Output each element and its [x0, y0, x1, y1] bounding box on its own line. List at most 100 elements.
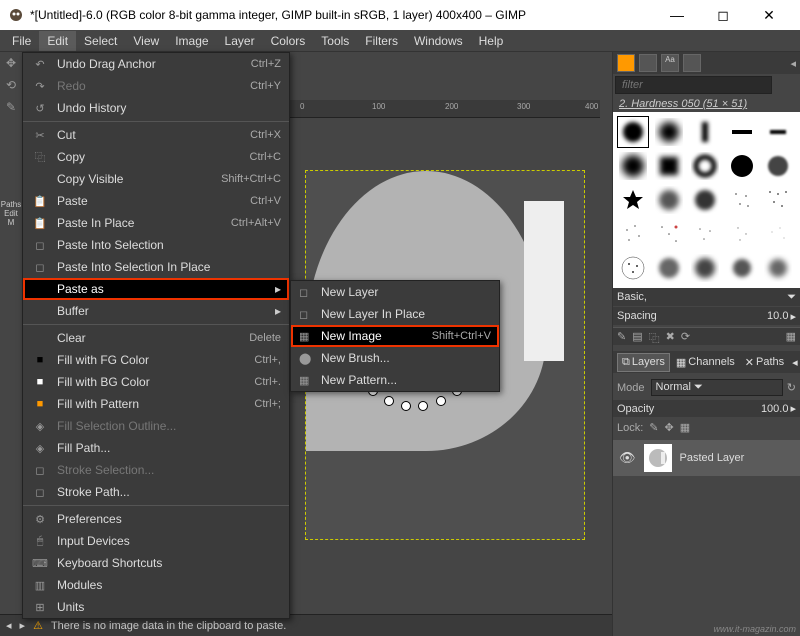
- menu-windows[interactable]: Windows: [406, 31, 471, 51]
- brush-filter-input[interactable]: [615, 76, 772, 94]
- brush-item[interactable]: [617, 218, 649, 250]
- menuitem-input-devices[interactable]: 🖱Input Devices: [23, 530, 289, 552]
- menuitem-stroke-path-[interactable]: ◻Stroke Path...: [23, 481, 289, 503]
- menu-help[interactable]: Help: [471, 31, 512, 51]
- menu-image[interactable]: Image: [167, 31, 216, 51]
- menuitem-clear[interactable]: ClearDelete: [23, 327, 289, 349]
- menuitem-paste[interactable]: 📋PasteCtrl+V: [23, 190, 289, 212]
- menuitem-fill-with-pattern[interactable]: ■Fill with PatternCtrl+;: [23, 393, 289, 415]
- duplicate-icon[interactable]: ⿻: [649, 330, 660, 343]
- brush-item[interactable]: [762, 218, 794, 250]
- menuitem-preferences[interactable]: ⚙Preferences: [23, 508, 289, 530]
- stepper-icon[interactable]: ▸: [790, 310, 796, 323]
- tab-paths[interactable]: ✕Paths: [741, 354, 788, 371]
- brush-item[interactable]: [762, 184, 794, 216]
- menuitem-fill-with-bg-color[interactable]: ■Fill with BG ColorCtrl+.: [23, 371, 289, 393]
- brush-item[interactable]: [653, 252, 685, 284]
- lock-pixels-icon[interactable]: ✎: [649, 421, 658, 434]
- brush-item[interactable]: [617, 252, 649, 284]
- delete-icon[interactable]: ✖: [666, 330, 675, 343]
- menu-filters[interactable]: Filters: [357, 31, 406, 51]
- submenuitem-new-layer[interactable]: ◻New Layer: [291, 281, 499, 303]
- brush-item[interactable]: [689, 218, 721, 250]
- brush-item[interactable]: [653, 184, 685, 216]
- panel-menu-icon[interactable]: ◂: [792, 356, 798, 369]
- submenuitem-new-image[interactable]: ▦New ImageShift+Ctrl+V: [291, 325, 499, 347]
- menuitem-undo-history[interactable]: ↺Undo History: [23, 97, 289, 119]
- submenuitem-new-brush-[interactable]: ⬤New Brush...: [291, 347, 499, 369]
- tab-fonts-icon[interactable]: Aa: [661, 54, 679, 72]
- mode-select[interactable]: Normal ⏷: [651, 379, 783, 396]
- layer-name[interactable]: Pasted Layer: [680, 452, 745, 464]
- brush-item[interactable]: [762, 252, 794, 284]
- opacity-row[interactable]: Opacity 100.0 ▸: [613, 400, 800, 417]
- brush-item[interactable]: [726, 184, 758, 216]
- brush-item[interactable]: [653, 116, 685, 148]
- submenuitem-new-layer-in-place[interactable]: ◻New Layer In Place: [291, 303, 499, 325]
- brush-item[interactable]: [653, 218, 685, 250]
- tab-channels[interactable]: ▦Channels: [672, 354, 739, 371]
- menuitem-keyboard-shortcuts[interactable]: ⌨Keyboard Shortcuts: [23, 552, 289, 574]
- lock-alpha-icon[interactable]: ▦: [680, 421, 690, 434]
- preset-selector[interactable]: Basic, ⏷: [613, 288, 800, 306]
- menuitem-paste-into-selection-in-place[interactable]: ◻Paste Into Selection In Place: [23, 256, 289, 278]
- brush-item[interactable]: [726, 116, 758, 148]
- tool-rotate-icon[interactable]: ⟲: [0, 74, 22, 96]
- submenuitem-new-pattern-[interactable]: ▦New Pattern...: [291, 369, 499, 391]
- brush-item[interactable]: [617, 116, 649, 148]
- panel-menu-icon[interactable]: ◂: [790, 57, 796, 70]
- menu-view[interactable]: View: [125, 31, 167, 51]
- brush-item[interactable]: [689, 184, 721, 216]
- layer-item[interactable]: 👁 Pasted Layer: [613, 440, 800, 476]
- menuitem-fill-path-[interactable]: ◈Fill Path...: [23, 437, 289, 459]
- tab-brushes-icon[interactable]: [617, 54, 635, 72]
- menu-edit[interactable]: Edit: [39, 31, 76, 51]
- nav-prev-icon[interactable]: ◂: [6, 619, 12, 632]
- menuitem-paste-in-place[interactable]: 📋Paste In PlaceCtrl+Alt+V: [23, 212, 289, 234]
- menuitem-copy[interactable]: ⿻CopyCtrl+C: [23, 146, 289, 168]
- stepper-icon[interactable]: ▸: [790, 402, 796, 415]
- menu-icon[interactable]: ▦: [786, 330, 796, 343]
- new-icon[interactable]: ▤: [632, 330, 642, 343]
- nav-next-icon[interactable]: ▸: [20, 619, 26, 632]
- tab-history-icon[interactable]: [683, 54, 701, 72]
- brush-item[interactable]: [653, 150, 685, 182]
- menu-tools[interactable]: Tools: [313, 31, 357, 51]
- refresh-icon[interactable]: ⟳: [681, 330, 690, 343]
- maximize-button[interactable]: ◻: [700, 0, 746, 30]
- menuitem-buffer[interactable]: Buffer▸: [23, 300, 289, 322]
- brush-item[interactable]: [617, 150, 649, 182]
- lock-position-icon[interactable]: ✥: [665, 421, 674, 434]
- mode-reset-icon[interactable]: ↻: [787, 381, 796, 394]
- brush-item[interactable]: [689, 150, 721, 182]
- menu-file[interactable]: File: [4, 31, 39, 51]
- brush-item[interactable]: [726, 218, 758, 250]
- tab-patterns-icon[interactable]: [639, 54, 657, 72]
- menuitem-paste-as[interactable]: Paste as▸: [23, 278, 289, 300]
- close-button[interactable]: ✕: [746, 0, 792, 30]
- menuitem-copy-visible[interactable]: Copy VisibleShift+Ctrl+C: [23, 168, 289, 190]
- brush-item[interactable]: [762, 150, 794, 182]
- menuitem-fill-with-fg-color[interactable]: ■Fill with FG ColorCtrl+,: [23, 349, 289, 371]
- tool-move-icon[interactable]: ✥: [0, 52, 22, 74]
- brush-item[interactable]: [689, 116, 721, 148]
- brush-item[interactable]: [762, 116, 794, 148]
- menuitem-units[interactable]: ⊞Units: [23, 596, 289, 618]
- menuitem-paste-into-selection[interactable]: ◻Paste Into Selection: [23, 234, 289, 256]
- brush-item[interactable]: [726, 252, 758, 284]
- visibility-icon[interactable]: 👁: [619, 450, 636, 466]
- menu-layer[interactable]: Layer: [217, 31, 263, 51]
- menuitem-undo-drag-anchor[interactable]: ↶Undo Drag AnchorCtrl+Z: [23, 53, 289, 75]
- brush-item[interactable]: [617, 184, 649, 216]
- menu-select[interactable]: Select: [76, 31, 125, 51]
- tool-brush-icon[interactable]: ✎: [0, 96, 22, 118]
- minimize-button[interactable]: —: [654, 0, 700, 30]
- menuitem-cut[interactable]: ✂CutCtrl+X: [23, 124, 289, 146]
- brush-item[interactable]: [689, 252, 721, 284]
- menu-colors[interactable]: Colors: [263, 31, 314, 51]
- menuitem-modules[interactable]: ▥Modules: [23, 574, 289, 596]
- tab-layers[interactable]: ⧉Layers: [617, 353, 670, 372]
- edit-icon[interactable]: ✎: [617, 330, 626, 343]
- brush-item[interactable]: [726, 150, 758, 182]
- spacing-row[interactable]: Spacing 10.0 ▸: [613, 307, 800, 325]
